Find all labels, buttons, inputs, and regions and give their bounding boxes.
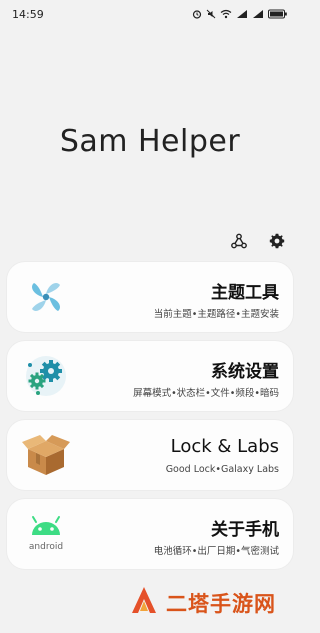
android-icon: android — [21, 509, 71, 559]
card-about-phone[interactable]: android 关于手机 电池循环•出厂日期•气密测试 — [7, 499, 293, 569]
mute-icon — [206, 9, 216, 19]
card-subtitle: Good Lock•Galaxy Labs — [165, 464, 279, 475]
android-wordmark: android — [29, 542, 63, 552]
card-title: 系统设置 — [211, 362, 279, 382]
watermark-logo-icon — [128, 585, 160, 621]
card-lock-labs[interactable]: Lock & Labs Good Lock•Galaxy Labs — [7, 420, 293, 490]
feature-cards: 主题工具 当前主题•主题路径•主题安装 系统设置 屏幕模式•状态栏•文件•频段•… — [7, 262, 293, 578]
gears-icon — [21, 351, 71, 401]
signal-icon — [236, 9, 248, 19]
card-system-settings[interactable]: 系统设置 屏幕模式•状态栏•文件•频段•暗码 — [7, 341, 293, 411]
battery-icon — [268, 9, 288, 19]
card-subtitle: 电池循环•出厂日期•气密测试 — [153, 546, 279, 557]
app-title: Sam Helper — [59, 124, 241, 159]
status-time: 14:59 — [12, 7, 44, 21]
box-icon — [21, 430, 71, 480]
share-graph-icon[interactable] — [230, 232, 248, 250]
status-icons — [192, 9, 288, 19]
top-actions — [230, 232, 286, 250]
watermark-text: 二塔手游网 — [166, 592, 276, 616]
card-title: 主题工具 — [211, 283, 279, 303]
status-bar: 14:59 — [0, 0, 300, 28]
card-subtitle: 屏幕模式•状态栏•文件•频段•暗码 — [133, 388, 279, 399]
fan-icon — [21, 272, 71, 322]
watermark: 二塔手游网 — [128, 585, 276, 621]
signal2-icon — [252, 9, 264, 19]
card-title: 关于手机 — [211, 520, 279, 540]
card-title: Lock & Labs — [170, 436, 279, 457]
wifi-icon — [220, 9, 232, 19]
card-subtitle: 当前主题•主题路径•主题安装 — [153, 309, 279, 320]
card-theme-tools[interactable]: 主题工具 当前主题•主题路径•主题安装 — [7, 262, 293, 332]
gear-icon[interactable] — [268, 232, 286, 250]
alarm-icon — [192, 9, 202, 19]
